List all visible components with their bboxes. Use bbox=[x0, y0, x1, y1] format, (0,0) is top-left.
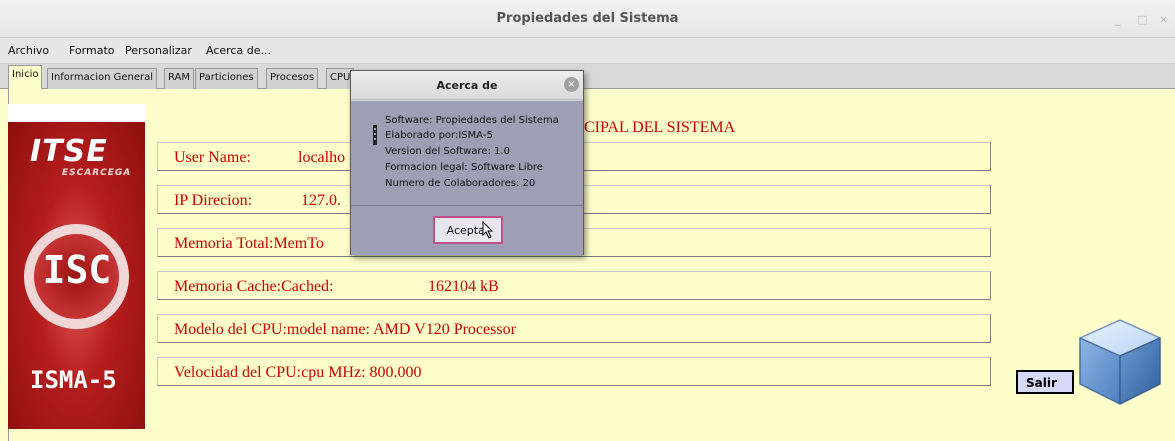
menu-formato[interactable]: Formato bbox=[69, 44, 115, 57]
field-label: Velocidad del CPU:cpu MHz: 800.000 bbox=[174, 364, 422, 381]
dialog-title: Acerca de bbox=[436, 79, 498, 92]
itse-logo-image: ITSE ESCARCEGA ISC ISMA-5 bbox=[8, 104, 145, 429]
tab-bar: Inicio Informacion General RAM Particion… bbox=[0, 64, 1175, 90]
menu-bar: Archivo Formato Personalizar Acerca de..… bbox=[0, 38, 1175, 64]
dialog-titlebar: Acerca de × bbox=[351, 71, 583, 100]
dialog-body: Software: Propiedades del Sistema Elabor… bbox=[351, 101, 583, 205]
dialog-line: Numero de Colaboradores: 20 bbox=[385, 178, 536, 189]
info-icon bbox=[373, 125, 377, 145]
memory-cache-field: Memoria Cache:Cached: 162104 kB bbox=[157, 271, 991, 300]
tab-informacion-general[interactable]: Informacion General bbox=[47, 68, 158, 89]
tab-ram[interactable]: RAM bbox=[164, 68, 195, 89]
dialog-line: Formacion legal: Software Libre bbox=[385, 162, 543, 173]
logo-isc-text: ISC bbox=[42, 248, 112, 292]
menu-acerca-de[interactable]: Acerca de... bbox=[206, 44, 271, 57]
salir-button[interactable]: Salir bbox=[1016, 370, 1074, 394]
dialog-line: Version del Software: 1.0 bbox=[385, 146, 510, 157]
about-dialog: Acerca de × Software: Propiedades del Si… bbox=[350, 70, 584, 255]
field-label: User Name: bbox=[174, 149, 251, 166]
logo-top-band bbox=[8, 104, 145, 122]
dialog-line: Software: Propiedades del Sistema bbox=[385, 115, 559, 126]
field-value: 162104 kB bbox=[428, 278, 499, 295]
logo-brand-text: ITSE bbox=[30, 134, 108, 169]
cube-icon bbox=[1079, 319, 1161, 405]
dialog-footer: Aceptar bbox=[351, 205, 583, 255]
window-title: Propiedades del Sistema bbox=[496, 11, 679, 26]
maximize-icon[interactable]: □ bbox=[1137, 13, 1147, 26]
field-label: IP Direcion: bbox=[174, 192, 253, 209]
field-label: Memoria Total:MemTo bbox=[174, 235, 324, 252]
field-label: Modelo del CPU:model name: AMD V120 Proc… bbox=[174, 321, 516, 338]
close-icon[interactable]: × bbox=[1159, 13, 1168, 26]
tab-particiones[interactable]: Particiones bbox=[195, 68, 258, 89]
field-value: localho bbox=[298, 149, 346, 166]
field-value: 127.0. bbox=[301, 192, 341, 209]
logo-isma-text: ISMA-5 bbox=[30, 366, 117, 394]
cpu-speed-field: Velocidad del CPU:cpu MHz: 800.000 bbox=[157, 357, 991, 386]
tab-inicio[interactable]: Inicio bbox=[8, 65, 43, 90]
page-heading: CIPAL DEL SISTEMA bbox=[584, 119, 736, 136]
menu-archivo[interactable]: Archivo bbox=[8, 44, 49, 57]
cpu-model-field: Modelo del CPU:model name: AMD V120 Proc… bbox=[157, 314, 991, 343]
minimize-icon[interactable]: _ bbox=[1115, 13, 1121, 26]
window-titlebar: Propiedades del Sistema _ □ × bbox=[0, 0, 1175, 38]
dialog-close-icon[interactable]: × bbox=[564, 77, 579, 92]
menu-personalizar[interactable]: Personalizar bbox=[125, 44, 192, 57]
tab-procesos[interactable]: Procesos bbox=[266, 68, 319, 89]
dialog-line: Elaborado por:ISMA-5 bbox=[385, 130, 493, 141]
field-label: Memoria Cache:Cached: bbox=[174, 278, 334, 295]
logo-sub-text: ESCARCEGA bbox=[62, 168, 132, 178]
mouse-cursor-icon bbox=[482, 221, 494, 239]
